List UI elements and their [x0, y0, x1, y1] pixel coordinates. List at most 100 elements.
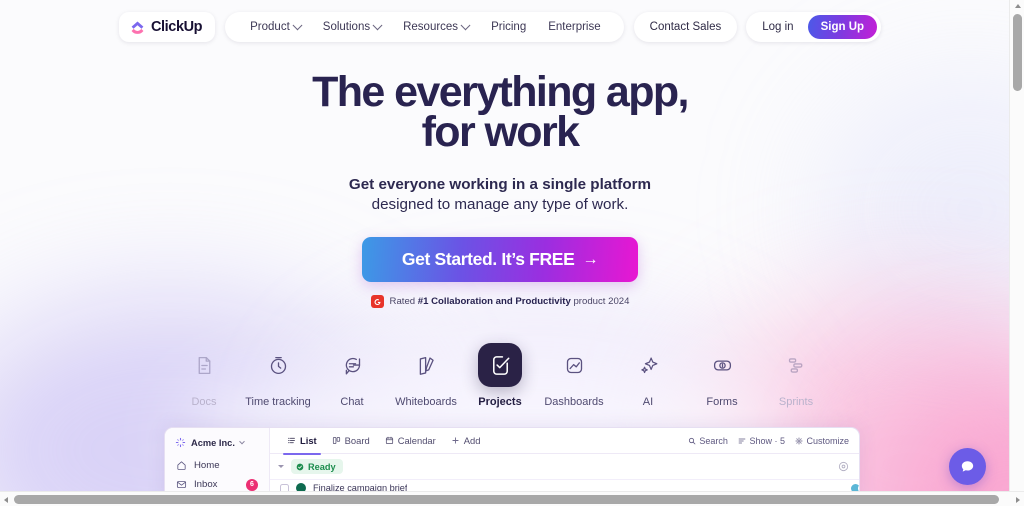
clock-icon	[270, 356, 286, 374]
scroll-up-arrow-icon[interactable]	[1014, 4, 1021, 8]
cta-label: Get Started. It’s FREE	[401, 249, 575, 270]
calendar-view-icon	[385, 436, 393, 444]
chat-widget-button[interactable]	[949, 448, 986, 485]
collapse-caret-icon[interactable]	[278, 465, 284, 468]
login-button[interactable]: Log in	[750, 15, 805, 39]
scroll-left-arrow-icon[interactable]	[4, 496, 8, 503]
sidebar-item-home[interactable]: Home	[173, 456, 261, 475]
nav-item-enterprise-label: Enterprise	[548, 21, 601, 33]
chevron-down-icon	[372, 19, 383, 30]
g2-rating: Rated #1 Collaboration and Productivity …	[0, 295, 1000, 309]
list-view-icon	[288, 437, 295, 444]
feature-ai[interactable]: AI	[611, 343, 685, 408]
sidebar-item-inbox-label: Inbox	[194, 479, 218, 490]
rating-text: Rated #1 Collaboration and Productivity …	[390, 296, 630, 307]
contact-sales-button[interactable]: Contact Sales	[633, 12, 738, 42]
hero-subheadline: Get everyone working in a single platfor…	[0, 175, 1000, 215]
nav-item-enterprise[interactable]: Enterprise	[537, 15, 611, 39]
auth-group: Log in Sign Up	[746, 12, 882, 42]
feature-forms-label: Forms	[706, 396, 738, 408]
nav-item-resources-label: Resources	[403, 21, 459, 33]
vertical-scrollbar[interactable]	[1009, 0, 1024, 491]
feature-dashboards[interactable]: Dashboards	[537, 343, 611, 408]
feature-whiteboards[interactable]: Whiteboards	[389, 343, 463, 408]
horizontal-scrollbar[interactable]	[0, 491, 1024, 506]
show-filter-button[interactable]: Show · 5	[738, 436, 785, 446]
form-field-icon-wrap	[700, 343, 744, 387]
feature-icon-row: Docs Time tracking Chat Whiteboards Proj…	[0, 343, 1000, 408]
checklist-icon	[492, 355, 509, 375]
check-circle-icon	[296, 463, 304, 470]
status-badge[interactable]: Ready	[291, 459, 343, 474]
scroll-right-arrow-icon[interactable]	[1016, 496, 1020, 503]
rating-suffix: product 2024	[570, 296, 630, 308]
workspace-switcher[interactable]: Acme Inc.	[173, 435, 261, 456]
gear-icon	[795, 436, 803, 445]
home-icon	[177, 461, 186, 470]
feature-ai-label: AI	[642, 396, 654, 408]
nav-item-solutions[interactable]: Solutions	[312, 15, 392, 39]
feature-chat-label: Chat	[340, 396, 364, 408]
tab-add-view[interactable]: Add	[445, 431, 487, 450]
feature-forms[interactable]: Forms	[685, 343, 759, 408]
nav-item-product[interactable]: Product	[239, 15, 312, 39]
customize-button[interactable]: Customize	[795, 436, 849, 446]
vertical-scrollbar-thumb[interactable]	[1013, 14, 1022, 91]
chat-bubble-icon-wrap	[330, 343, 374, 387]
group-settings-icon[interactable]	[838, 461, 849, 472]
g2-glyph	[374, 299, 381, 306]
tab-list[interactable]: List	[281, 431, 323, 455]
chat-widget-icon	[961, 461, 974, 472]
feature-projects[interactable]: Projects	[463, 343, 537, 408]
status-badge-label: Ready	[308, 461, 336, 472]
feature-chat[interactable]: Chat	[315, 343, 389, 408]
nav-item-resources[interactable]: Resources	[392, 15, 480, 39]
toolbar-right-actions: Search Show · 5 Customize	[688, 436, 849, 446]
workspace-logo-icon	[175, 437, 186, 448]
sparkle-icon-wrap	[626, 343, 670, 387]
form-field-icon	[713, 359, 731, 371]
feature-sprints-label: Sprints	[778, 396, 814, 408]
customize-label: Customize	[806, 435, 849, 446]
search-icon	[688, 437, 696, 444]
plus-icon	[452, 437, 459, 444]
feature-time-tracking[interactable]: Time tracking	[241, 343, 315, 408]
clock-icon-wrap	[256, 343, 300, 387]
dashboard-chart-icon-wrap	[552, 343, 596, 387]
board-view-icon	[332, 437, 340, 444]
whiteboard-pen-icon-wrap	[404, 343, 448, 387]
tab-calendar-label: Calendar	[397, 435, 436, 446]
subheadline-line-1: Get everyone working in a single platfor…	[348, 175, 652, 193]
tab-board-label: Board	[344, 435, 370, 446]
feature-dashboards-label: Dashboards	[544, 396, 604, 408]
horizontal-scrollbar-thumb[interactable]	[14, 495, 999, 504]
feature-whiteboards-label: Whiteboards	[395, 396, 457, 408]
inbox-unread-badge: 6	[246, 478, 258, 491]
feature-docs[interactable]: Docs	[167, 343, 241, 408]
headline-line-2: for work	[421, 108, 580, 157]
top-navigation: ClickUp Product Solutions Resources Pric…	[0, 12, 1000, 42]
nav-item-solutions-label: Solutions	[322, 21, 371, 33]
inbox-icon	[176, 481, 187, 488]
view-tabs: List Board Calendar Add	[281, 431, 487, 455]
search-button[interactable]: Search	[688, 436, 728, 446]
whiteboard-pen-icon	[419, 356, 434, 375]
tab-add-view-label: Add	[463, 435, 481, 446]
feature-projects-label: Projects	[478, 396, 522, 408]
nav-actions: Contact Sales Log in Sign Up	[633, 12, 882, 42]
chevron-down-icon	[292, 19, 303, 30]
signup-button[interactable]: Sign Up	[807, 15, 878, 39]
tab-calendar[interactable]: Calendar	[379, 431, 442, 450]
nav-item-pricing[interactable]: Pricing	[480, 15, 537, 39]
get-started-button[interactable]: Get Started. It’s FREE →	[362, 237, 638, 283]
page-title: The everything app, for work	[0, 71, 1000, 157]
feature-docs-label: Docs	[191, 396, 217, 408]
feature-sprints[interactable]: Sprints	[759, 343, 833, 408]
hero-section: The everything app, for work Get everyon…	[0, 71, 1000, 309]
subheadline-line-2: designed to manage any type of work.	[371, 196, 629, 214]
nav-links-pill: Product Solutions Resources Pricing Ente…	[225, 12, 624, 42]
feature-time-tracking-label: Time tracking	[245, 396, 311, 408]
checklist-icon-wrap	[478, 343, 522, 387]
tab-board[interactable]: Board	[326, 431, 376, 450]
clickup-logo[interactable]: ClickUp	[118, 12, 216, 42]
